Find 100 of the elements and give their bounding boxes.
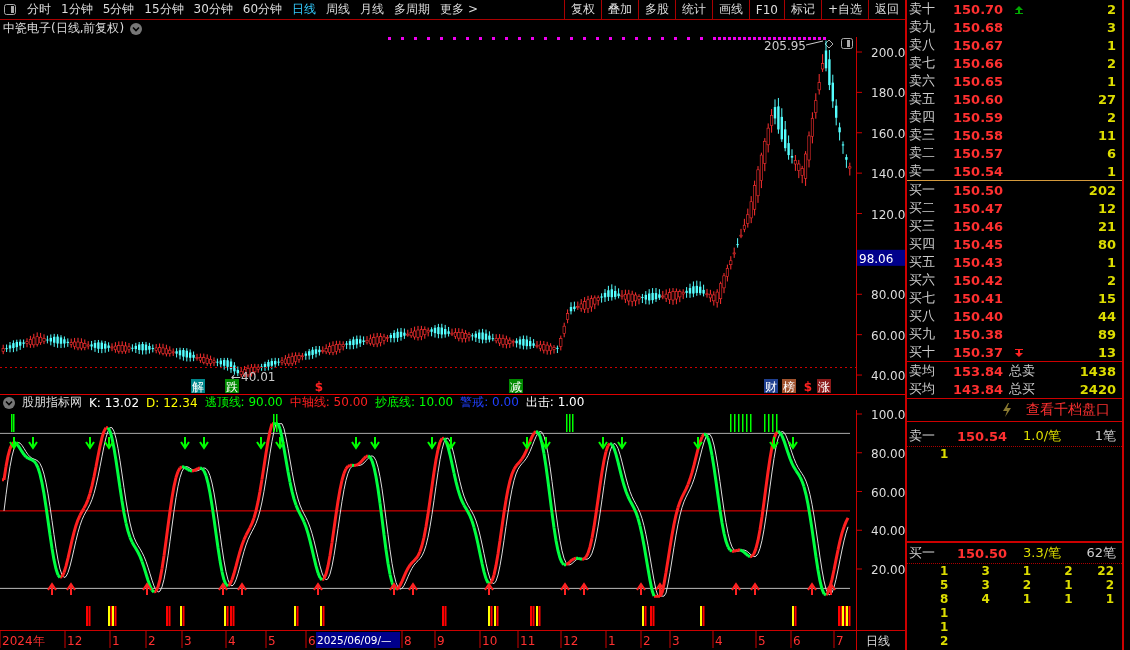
event-badge[interactable]: 涨: [817, 379, 831, 394]
volume-text: 6: [1105, 145, 1116, 161]
indicator-value: 警戒: 0.00: [460, 394, 519, 411]
toolbar-button[interactable]: F10: [748, 0, 784, 19]
order-size: 4: [980, 592, 990, 606]
volume-text: 21: [1096, 218, 1116, 234]
level-label: 卖十: [909, 0, 936, 18]
period-tab[interactable]: 15分钟: [139, 0, 189, 19]
price-text: 150.46: [953, 218, 1005, 234]
period-tab[interactable]: 30分钟: [188, 0, 238, 19]
date-axis-label: 12: [563, 634, 579, 648]
volume-text: 2: [1105, 109, 1116, 125]
period-tab[interactable]: 5分钟: [97, 0, 140, 19]
volume-text: 2: [1105, 1, 1116, 17]
volume-text: 202: [1087, 182, 1116, 198]
event-badge[interactable]: 榜: [782, 379, 796, 394]
event-badge[interactable]: 解: [191, 379, 205, 394]
volume-text: 2: [1105, 55, 1116, 71]
price-text: 150.57: [953, 145, 1005, 161]
date-axis-label: 12: [67, 634, 83, 648]
price-text: 150.60: [953, 91, 1005, 107]
date-axis-label: 4: [228, 634, 236, 648]
period-tab[interactable]: 多周期: [389, 0, 436, 19]
level-label: 卖三: [909, 126, 936, 144]
level-label: 买八: [909, 307, 936, 325]
chevron-icon[interactable]: [130, 22, 143, 35]
date-axis-label: 1: [112, 634, 120, 648]
event-badge[interactable]: 减: [509, 379, 523, 394]
date-axis-label: 6: [308, 634, 316, 648]
level-label: 卖六: [909, 72, 936, 90]
period-tab[interactable]: 周线: [321, 0, 356, 19]
price-text: 150.58: [953, 127, 1005, 143]
volume-text: 80: [1096, 236, 1116, 252]
order-size: 1: [1021, 592, 1032, 606]
order-size: 1: [1063, 578, 1073, 592]
depth-link[interactable]: 查看千档盘口: [1026, 401, 1110, 419]
period-tab[interactable]: 日线: [287, 0, 322, 19]
order-size: 22: [1096, 564, 1114, 578]
price-text: 150.38: [953, 326, 1005, 342]
toolbar-button[interactable]: 多股: [637, 0, 675, 19]
level-label: 买六: [909, 271, 936, 289]
price-axis-label: 140.0: [871, 167, 905, 182]
level-label: 买一: [909, 181, 936, 199]
indicator-value: 逃顶线: 90.00: [204, 394, 283, 411]
order-size: 3: [980, 578, 990, 592]
order-count: 1笔: [1093, 427, 1116, 445]
date-axis-label: 3: [672, 634, 680, 648]
indicator-value: 抄底线: 10.00: [375, 394, 454, 411]
price-axis-label: 60.00: [871, 328, 905, 343]
cursor-price-tag: 98.06: [857, 249, 905, 266]
chevron-icon[interactable]: [3, 396, 15, 409]
toolbar-button[interactable]: 标记: [783, 0, 821, 19]
indicator-axis-label: 40.00: [871, 524, 905, 539]
price-text: 150.41: [953, 290, 1005, 306]
order-size: 3: [980, 564, 990, 578]
event-badge[interactable]: 财: [764, 379, 778, 394]
toolbar-button[interactable]: 返回: [868, 0, 905, 19]
toolbar-button[interactable]: 统计: [674, 0, 712, 19]
period-tab[interactable]: 分时: [22, 0, 56, 19]
toolbar-button[interactable]: 复权: [563, 0, 601, 19]
average-price: 153.84: [953, 363, 1005, 379]
toolbar-button[interactable]: 画线: [711, 0, 749, 19]
panel-toggle-icon[interactable]: [4, 4, 16, 15]
toolbar-button[interactable]: 叠加: [600, 0, 638, 19]
panel-toggle-icon[interactable]: [841, 38, 853, 49]
level-label: 买五: [909, 253, 936, 271]
date-axis-label: 8: [404, 634, 412, 648]
diamond-icon[interactable]: [824, 39, 834, 49]
period-tab[interactable]: 60分钟: [237, 0, 288, 19]
volume-text: 15: [1096, 290, 1116, 306]
period-tab[interactable]: 更多 >: [435, 0, 483, 19]
date-axis-label: 5: [758, 634, 766, 648]
period-tab[interactable]: 月线: [355, 0, 390, 19]
price-text: 150.43: [953, 254, 1005, 270]
price-axis-label: 120.0: [871, 207, 905, 222]
date-axis-label: 10: [482, 634, 498, 648]
period-tab[interactable]: 1分钟: [56, 0, 98, 19]
order-size: 1: [939, 606, 949, 620]
event-symbol[interactable]: $: [314, 380, 324, 394]
date-axis-label: 2024年: [2, 634, 45, 648]
order-size: 1: [1021, 564, 1032, 578]
date-axis-label: 1: [608, 634, 616, 648]
price-text: 150.37: [953, 344, 1005, 360]
average-price: 143.84: [953, 381, 1005, 397]
indicator-axis-label: 20.00: [871, 563, 905, 577]
event-symbol[interactable]: $: [803, 380, 813, 394]
volume-text: 1: [1105, 254, 1116, 270]
indicator-value: 出击: 1.00: [525, 394, 585, 411]
volume-text: 12: [1096, 200, 1116, 216]
level-label: 买十: [909, 343, 936, 361]
date-axis-label: 2: [643, 634, 651, 648]
summary-label: 总卖: [1009, 362, 1036, 380]
volume-text: 1: [1105, 37, 1116, 53]
level-label: 买一: [909, 544, 936, 562]
price-axis-label: 200.0: [871, 46, 905, 60]
volume-text: 89: [1096, 326, 1116, 342]
order-size: 1: [939, 447, 949, 461]
price-text: 150.50: [957, 545, 1009, 561]
price-text: 150.54: [953, 163, 1005, 179]
toolbar-button[interactable]: +自选: [820, 0, 868, 19]
